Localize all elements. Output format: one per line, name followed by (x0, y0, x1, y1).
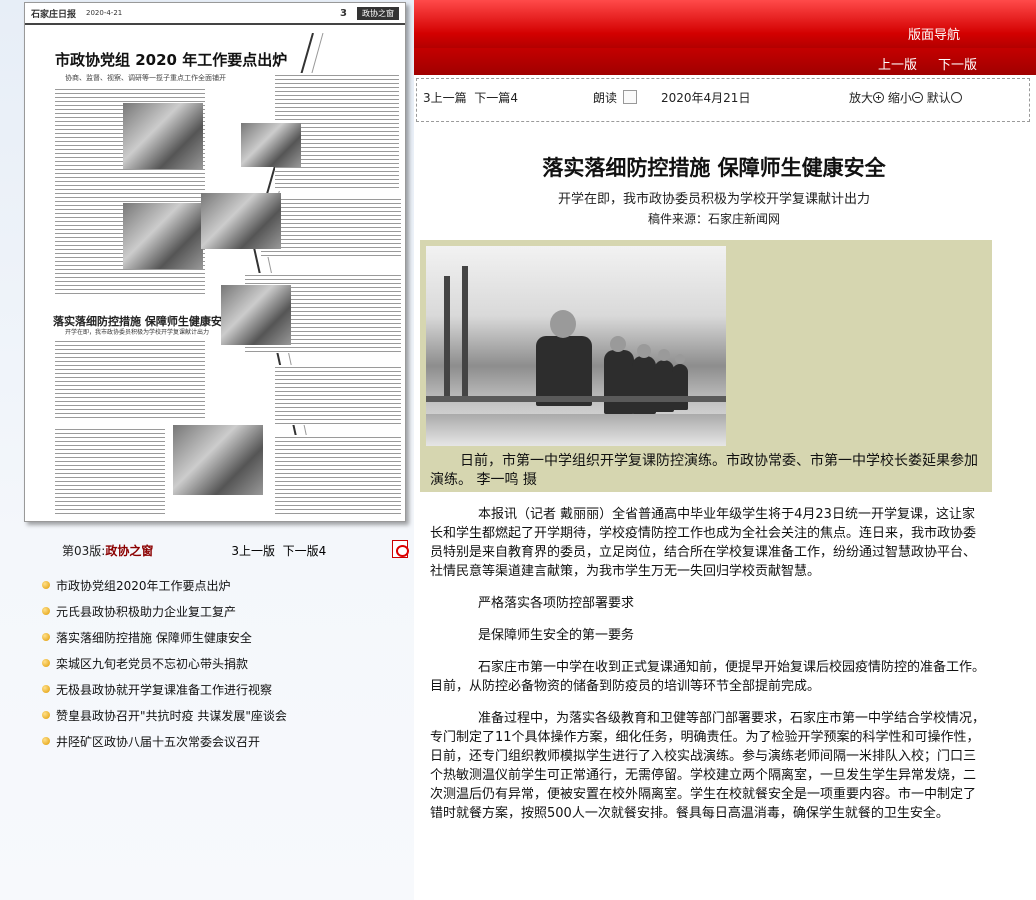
article-link[interactable]: 栾城区九旬老党员不忘初心带头捐款 (56, 655, 248, 672)
article-link[interactable]: 落实落细防控措施 保障师生健康安全 (56, 629, 252, 646)
photo-head (675, 354, 685, 364)
bullet-icon (42, 607, 50, 615)
photo-pole (444, 276, 450, 396)
left-panel: 石家庄日报 2020-4-21 3 政协之窗 市政协党组 2020 年工作要点出… (0, 0, 414, 900)
prev-edition-link[interactable]: 上一版 (878, 54, 917, 73)
next-edition-link[interactable]: 下一版 (938, 54, 977, 73)
photo-head (637, 344, 651, 358)
next-article-number: 4 (510, 91, 518, 105)
right-panel: 版面导航 上一版 下一版 3上一篇 下一篇4 朗读 2020年4月21日 放大 … (414, 0, 1036, 900)
newspaper-section: 政协之窗 (357, 6, 399, 20)
newspaper-photo (201, 193, 281, 249)
newspaper-header: 石家庄日报 2020-4-21 3 政协之窗 (25, 3, 405, 25)
article-list-item[interactable]: 市政协党组2020年工作要点出炉 (42, 572, 402, 598)
newspaper-subhead-2: 开学在即，我市政协委员积极为学校开学复课献计出力 (65, 329, 210, 336)
article-list-item[interactable]: 井陉矿区政协八届十五次常委会议召开 (42, 728, 402, 754)
newspaper-page-thumbnail[interactable]: 石家庄日报 2020-4-21 3 政协之窗 市政协党组 2020 年工作要点出… (24, 2, 406, 522)
article-paragraph: 本报讯（记者 戴丽丽）全省普通高中毕业年级学生将于4月23日统一开学复课，这让家… (430, 507, 977, 579)
next-page-link[interactable]: 下一版 (283, 544, 319, 558)
newspaper-photo (221, 285, 291, 345)
article-paragraph: 是保障师生安全的第一要务 (478, 628, 635, 643)
article-list-item[interactable]: 赞皇县政协召开"共抗时疫 共谋发展"座谈会 (42, 702, 402, 728)
article-link[interactable]: 赞皇县政协召开"共抗时疫 共谋发展"座谈会 (56, 707, 287, 724)
next-article-link[interactable]: 下一篇 (474, 91, 510, 105)
article-list-item[interactable]: 元氏县政协积极助力企业复工复产 (42, 598, 402, 624)
article-body: 本报讯（记者 戴丽丽）全省普通高中毕业年级学生将于4月23日统一开学复课，这让家… (430, 505, 986, 836)
photo-box: 日前，市第一中学组织开学复课防控演练。市政协常委、市第一中学校长娄延果参加演练。… (420, 240, 992, 492)
photo-head (658, 349, 670, 361)
speaker-icon[interactable] (623, 90, 637, 104)
bullet-icon (42, 581, 50, 589)
article-date: 2020年4月21日 (661, 91, 751, 105)
photo-head (610, 336, 626, 352)
photo-head (550, 310, 576, 338)
prev-page-link[interactable]: 上一版 (239, 544, 275, 558)
photo-table (426, 414, 726, 446)
prev-article-number: 3 (423, 91, 431, 105)
bullet-icon (42, 685, 50, 693)
photo-person (632, 356, 656, 414)
zoom-in-button[interactable]: 放大 (849, 91, 873, 105)
zoom-controls: 放大 缩小 默认 (849, 89, 962, 106)
article-link[interactable]: 元氏县政协积极助力企业复工复产 (56, 603, 236, 620)
read-aloud-button[interactable]: 朗读 (593, 89, 617, 106)
page-info-row: 第03版: 政协之窗 3上一版 下一版4 (62, 542, 402, 559)
article-subtitle: 开学在即，我市政协委员积极为学校开学复课献计出力 (557, 192, 870, 207)
next-page-number: 4 (318, 544, 327, 558)
newspaper-text-block (55, 427, 165, 517)
article-source: 稿件来源：石家庄新闻网 (647, 212, 780, 226)
article-list-item[interactable]: 无极县政协就开学复课准备工作进行视察 (42, 676, 402, 702)
article-list-item[interactable]: 栾城区九旬老党员不忘初心带头捐款 (42, 650, 402, 676)
edition-nav-bar: 上一版 下一版 (414, 48, 1036, 75)
article-link[interactable]: 无极县政协就开学复课准备工作进行视察 (56, 681, 272, 698)
newspaper-photo (123, 203, 203, 269)
zoom-reset-icon[interactable] (950, 92, 962, 103)
article-nav: 3上一篇 下一篇4 (423, 89, 518, 106)
pdf-download-icon[interactable] (392, 540, 409, 558)
newspaper-photo (241, 123, 301, 167)
photo-caption: 日前，市第一中学组织开学复课防控演练。市政协常委、市第一中学校长娄延果参加演练。… (430, 453, 978, 488)
photo-person (654, 360, 674, 412)
zoom-out-button[interactable]: 缩小 (888, 91, 912, 105)
page-label: 第03版: (62, 544, 106, 558)
newspaper-masthead: 石家庄日报 (31, 9, 77, 20)
zoom-out-icon[interactable] (911, 92, 923, 103)
page-name: 政协之窗 (105, 544, 154, 558)
article-title: 落实落细防控措施 保障师生健康安全 (542, 156, 886, 180)
newspaper-page-number: 3 (340, 7, 347, 19)
bullet-icon (42, 737, 50, 745)
edition-nav-title: 版面导航 (908, 28, 961, 43)
article-list: 市政协党组2020年工作要点出炉 元氏县政协积极助力企业复工复产 落实落细防控措… (42, 572, 402, 754)
bullet-icon (42, 633, 50, 641)
article-photo[interactable] (426, 246, 726, 446)
newspaper-text-block (55, 339, 205, 419)
newspaper-date: 2020-4-21 (86, 9, 123, 17)
photo-pole (462, 266, 468, 396)
newspaper-subhead: 协商、监督、视察、调研等一揽子重点工作全面铺开 (65, 74, 226, 82)
page-nav: 3上一版 下一版4 (231, 542, 326, 559)
prev-article-link[interactable]: 上一篇 (431, 91, 467, 105)
newspaper-text-block (275, 365, 401, 425)
article-paragraph: 严格落实各项防控部署要求 (478, 596, 635, 611)
photo-rail (426, 396, 726, 402)
newspaper-photo (123, 103, 203, 169)
newspaper-text-block (275, 435, 401, 515)
photo-person (604, 350, 634, 414)
edition-nav-header: 版面导航 (414, 0, 1036, 48)
photo-person (672, 364, 688, 410)
article-link[interactable]: 井陉矿区政协八届十五次常委会议召开 (56, 733, 260, 750)
article-paragraph: 石家庄市第一中学在收到正式复课通知前，便提早开始复课后校园疫情防控的准备工作。目… (430, 660, 986, 694)
newspaper-text-block (261, 197, 401, 257)
prev-page-number: 3 (231, 544, 239, 558)
bullet-icon (42, 711, 50, 719)
article-paragraph: 准备过程中，为落实各级教育和卫健等部门部署要求，石家庄市第一中学结合学校情况，专… (430, 711, 986, 821)
article-list-item[interactable]: 落实落细防控措施 保障师生健康安全 (42, 624, 402, 650)
zoom-default-button[interactable]: 默认 (927, 91, 951, 105)
bullet-icon (42, 659, 50, 667)
article-link[interactable]: 市政协党组2020年工作要点出炉 (56, 577, 231, 594)
zoom-in-icon[interactable] (873, 92, 885, 103)
article-toolbar: 3上一篇 下一篇4 朗读 2020年4月21日 放大 缩小 默认 (416, 78, 1030, 122)
